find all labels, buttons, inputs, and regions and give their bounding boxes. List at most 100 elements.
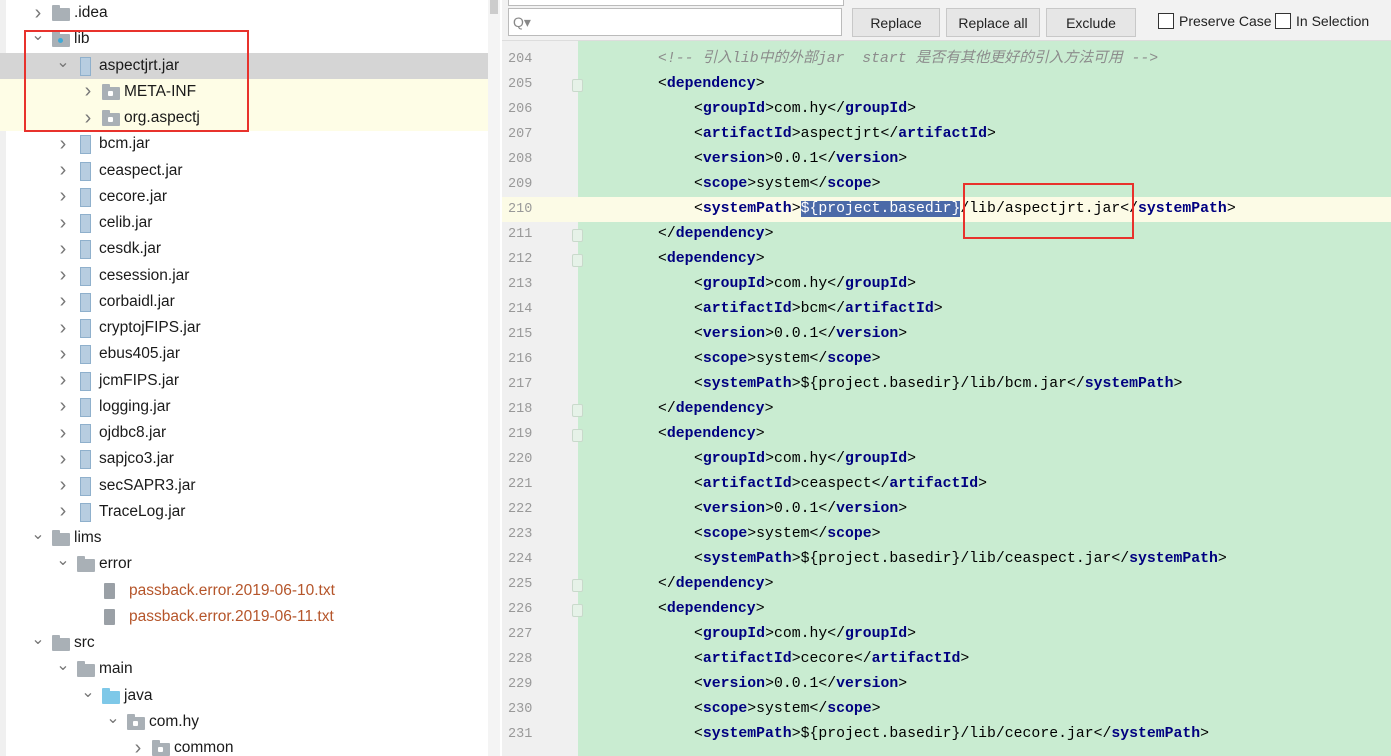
chevron-right-icon[interactable]: › <box>31 2 45 25</box>
code-line[interactable]: 228 <artifactId>cecore</artifactId> <box>502 647 1391 672</box>
tree-item-celib-jar[interactable]: › celib.jar <box>0 210 488 236</box>
chevron-right-icon[interactable]: › <box>56 395 70 418</box>
chevron-down-icon[interactable]: ⌄ <box>31 629 45 649</box>
chevron-right-icon[interactable]: › <box>56 133 70 156</box>
find-input[interactable] <box>508 0 844 6</box>
tree-item-tracelog-jar[interactable]: › TraceLog.jar <box>0 499 488 525</box>
line-number: 213 <box>508 277 533 292</box>
code-line[interactable]: 212 <dependency> <box>502 247 1391 272</box>
code-line[interactable]: 219 <dependency> <box>502 422 1391 447</box>
code-line[interactable]: 224 <systemPath>${project.basedir}/lib/ce… <box>502 547 1391 572</box>
chevron-right-icon[interactable]: › <box>56 264 70 287</box>
jar-icon <box>80 476 91 496</box>
chevron-right-icon[interactable]: › <box>56 212 70 235</box>
code-line[interactable]: 230 <scope>system</scope> <box>502 697 1391 722</box>
checkbox-box[interactable] <box>1275 13 1291 29</box>
fold-marker-icon[interactable] <box>572 254 583 267</box>
code-line[interactable]: 209 <scope>system</scope> <box>502 172 1391 197</box>
chevron-down-icon[interactable]: ⌄ <box>56 550 70 570</box>
chevron-down-icon[interactable]: ⌄ <box>106 708 120 728</box>
checkbox-box[interactable] <box>1158 13 1174 29</box>
code-line[interactable]: 216 <scope>system</scope> <box>502 347 1391 372</box>
chevron-right-icon[interactable]: › <box>56 317 70 340</box>
code-line[interactable]: 229 <version>0.0.1</version> <box>502 672 1391 697</box>
fold-marker-icon[interactable] <box>572 229 583 242</box>
code-line[interactable]: 226 <dependency> <box>502 597 1391 622</box>
tree-item-jcmfips-jar[interactable]: › jcmFIPS.jar <box>0 368 488 394</box>
code-line[interactable]: 208 <version>0.0.1</version> <box>502 147 1391 172</box>
code-editor[interactable]: 204 <!-- 引入lib中的外部jar start 是否有其他更好的引入方法可… <box>502 41 1391 756</box>
code-line[interactable]: 215 <version>0.0.1</version> <box>502 322 1391 347</box>
preserve-case-checkbox[interactable]: Preserve Case <box>1158 13 1272 29</box>
code-line[interactable]: 225 </dependency> <box>502 572 1391 597</box>
code-line[interactable]: 204 <!-- 引入lib中的外部jar start 是否有其他更好的引入方法可… <box>502 47 1391 72</box>
tree-item-logging-jar[interactable]: › logging.jar <box>0 394 488 420</box>
fold-marker-icon[interactable] <box>572 404 583 417</box>
code-line[interactable]: 231 <systemPath>${project.basedir}/lib/ce… <box>502 722 1391 747</box>
code-line[interactable]: 205 <dependency> <box>502 72 1391 97</box>
chevron-down-icon[interactable]: ⌄ <box>56 655 70 675</box>
tree-item-corbaidl-jar[interactable]: › corbaidl.jar <box>0 289 488 315</box>
tree-item-passback-error-2019-06-10-txt[interactable]: passback.error.2019-06-10.txt <box>0 578 488 604</box>
exclude-button[interactable]: Exclude <box>1046 8 1136 37</box>
fold-marker-icon[interactable] <box>572 429 583 442</box>
chevron-right-icon[interactable]: › <box>56 500 70 523</box>
tree-item-error[interactable]: ⌄ error <box>0 551 488 577</box>
tree-item-common[interactable]: › common <box>0 735 488 756</box>
scrollbar-thumb[interactable] <box>490 0 498 14</box>
chevron-down-icon[interactable]: ⌄ <box>31 524 45 544</box>
jar-icon <box>80 345 91 365</box>
code-line[interactable]: 221 <artifactId>ceaspect</artifactId> <box>502 472 1391 497</box>
tree-item-cesession-jar[interactable]: › cesession.jar <box>0 263 488 289</box>
chevron-right-icon[interactable]: › <box>56 448 70 471</box>
chevron-right-icon[interactable]: › <box>56 159 70 182</box>
folder-icon <box>52 530 70 546</box>
code-line[interactable]: 213 <groupId>com.hy</groupId> <box>502 272 1391 297</box>
fold-marker-icon[interactable] <box>572 579 583 592</box>
tree-item-java[interactable]: ⌄ java <box>0 683 488 709</box>
chevron-right-icon[interactable]: › <box>56 185 70 208</box>
chevron-right-icon[interactable]: › <box>56 474 70 497</box>
code-line[interactable]: 227 <groupId>com.hy</groupId> <box>502 622 1391 647</box>
chevron-right-icon[interactable]: › <box>56 290 70 313</box>
tree-item-com-hy[interactable]: ⌄ com.hy <box>0 709 488 735</box>
tree-item-ebus405-jar[interactable]: › ebus405.jar <box>0 341 488 367</box>
code-line[interactable]: 206 <groupId>com.hy</groupId> <box>502 97 1391 122</box>
code-line[interactable]: 218 </dependency> <box>502 397 1391 422</box>
in-selection-checkbox[interactable]: In Selection <box>1275 13 1369 29</box>
replace-input[interactable]: Q▾ <box>508 8 842 36</box>
chevron-right-icon[interactable]: › <box>56 369 70 392</box>
tree-item-sapjco3-jar[interactable]: › sapjco3.jar <box>0 446 488 472</box>
code-line[interactable]: 211 </dependency> <box>502 222 1391 247</box>
code-line[interactable]: 223 <scope>system</scope> <box>502 522 1391 547</box>
folder-icon <box>77 556 95 573</box>
tree-item-ojdbc8-jar[interactable]: › ojdbc8.jar <box>0 420 488 446</box>
tree-item-secsapr3-jar[interactable]: › secSAPR3.jar <box>0 473 488 499</box>
code-line[interactable]: 222 <version>0.0.1</version> <box>502 497 1391 522</box>
fold-marker-icon[interactable] <box>572 604 583 617</box>
chevron-right-icon[interactable]: › <box>56 343 70 366</box>
tree-item-bcm-jar[interactable]: › bcm.jar <box>0 131 488 157</box>
tree-item-lims[interactable]: ⌄ lims <box>0 525 488 551</box>
tree-item--idea[interactable]: › .idea <box>0 0 488 26</box>
chevron-down-icon[interactable]: ⌄ <box>81 682 95 702</box>
tree-item-passback-error-2019-06-11-txt[interactable]: passback.error.2019-06-11.txt <box>0 604 488 630</box>
tree-item-cecore-jar[interactable]: › cecore.jar <box>0 184 488 210</box>
code-line[interactable]: 210 <systemPath>${project.basedir}/lib/as… <box>502 197 1391 222</box>
code-line[interactable]: 220 <groupId>com.hy</groupId> <box>502 447 1391 472</box>
tree-item-cesdk-jar[interactable]: › cesdk.jar <box>0 236 488 262</box>
code-line[interactable]: 214 <artifactId>bcm</artifactId> <box>502 297 1391 322</box>
replace-all-button[interactable]: Replace all <box>946 8 1040 37</box>
chevron-right-icon[interactable]: › <box>56 238 70 261</box>
chevron-right-icon[interactable]: › <box>56 422 70 445</box>
fold-marker-icon[interactable] <box>572 79 583 92</box>
replace-button[interactable]: Replace <box>852 8 940 37</box>
tree-item-src[interactable]: ⌄ src <box>0 630 488 656</box>
code-line[interactable]: 217 <systemPath>${project.basedir}/lib/bc… <box>502 372 1391 397</box>
tree-item-main[interactable]: ⌄ main <box>0 656 488 682</box>
code-line[interactable]: 207 <artifactId>aspectjrt</artifactId> <box>502 122 1391 147</box>
tree-scrollbar[interactable] <box>488 0 500 756</box>
tree-item-cryptojfips-jar[interactable]: › cryptojFIPS.jar <box>0 315 488 341</box>
chevron-right-icon[interactable]: › <box>131 737 145 756</box>
tree-item-ceaspect-jar[interactable]: › ceaspect.jar <box>0 158 488 184</box>
